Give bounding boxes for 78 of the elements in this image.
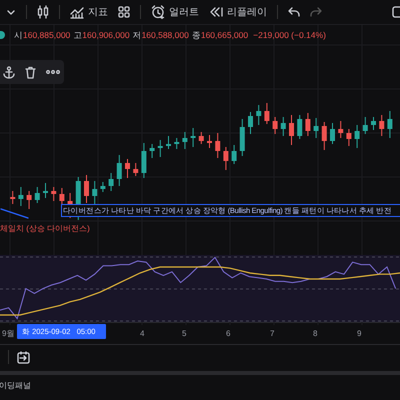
candle xyxy=(297,114,302,140)
candle xyxy=(26,190,32,210)
candle xyxy=(215,132,220,158)
candle xyxy=(141,142,146,178)
candle xyxy=(248,112,253,134)
candle xyxy=(34,186,40,204)
rewind-icon xyxy=(209,6,223,18)
candle xyxy=(346,128,352,146)
candle xyxy=(198,132,204,144)
undo-icon[interactable] xyxy=(288,7,300,17)
candle xyxy=(232,144,237,164)
window-icon[interactable] xyxy=(392,6,400,18)
grid-icon[interactable] xyxy=(118,6,130,18)
anchor-icon[interactable] xyxy=(3,66,15,78)
candle xyxy=(322,122,327,150)
candle xyxy=(108,172,114,192)
candle xyxy=(289,114,294,146)
candle xyxy=(256,104,262,126)
trading-panel-tab[interactable]: 이딩패널 xyxy=(0,380,31,392)
candle xyxy=(338,120,344,138)
candle xyxy=(150,144,155,158)
time-label: 9월 xyxy=(2,328,14,340)
time-label: 5 xyxy=(182,328,186,340)
ohlc-label: 종 xyxy=(192,29,201,42)
time-label: 4 xyxy=(140,328,144,340)
replay-button[interactable]: 리플레이 xyxy=(209,4,267,20)
candle xyxy=(387,110,392,138)
ohlc-label: 시 xyxy=(14,29,23,42)
ohlc-value: 160,588,000 xyxy=(142,29,189,42)
ohlc-value: 160,906,000 xyxy=(82,29,130,42)
candle xyxy=(166,136,171,150)
candle xyxy=(190,128,196,148)
time-label: 8 xyxy=(313,328,318,340)
candle xyxy=(133,162,138,176)
candle xyxy=(100,182,106,192)
time-label: 7 xyxy=(270,328,274,340)
chart-icon xyxy=(70,6,84,18)
candle xyxy=(182,132,188,150)
candle xyxy=(280,116,286,136)
ohlc-value: 160,665,000 xyxy=(200,29,248,42)
time-label: 6 xyxy=(226,328,230,340)
candle xyxy=(379,114,384,136)
candle xyxy=(305,112,310,136)
candle xyxy=(43,182,48,198)
alert-button[interactable]: 얼러트 xyxy=(151,4,199,20)
candle xyxy=(84,174,89,204)
candle xyxy=(272,116,278,134)
candle xyxy=(116,154,122,186)
candle xyxy=(371,116,376,130)
calendar-icon[interactable] xyxy=(17,350,30,364)
ohlc-label: 저 xyxy=(132,29,142,42)
alarm-clock-icon xyxy=(151,5,165,19)
trash-icon[interactable] xyxy=(25,66,36,78)
candle xyxy=(264,102,270,124)
candle xyxy=(51,186,56,202)
redo-icon[interactable] xyxy=(310,7,322,17)
indicators-button[interactable]: 지표 xyxy=(70,4,108,20)
candle xyxy=(240,118,245,156)
candle xyxy=(207,134,212,148)
ohlc-label: 고 xyxy=(73,29,82,42)
candle xyxy=(125,158,130,178)
candle xyxy=(10,190,16,204)
ohlc-value: 160,885,000 xyxy=(23,29,70,42)
time-label: 9 xyxy=(357,328,362,340)
annotation-label: 체일치 (상승 다이버전스) xyxy=(0,223,90,235)
price-change: −219,000 (−0.14%) xyxy=(253,29,326,42)
more-icon[interactable] xyxy=(46,70,60,74)
candle xyxy=(174,138,180,150)
candle xyxy=(92,180,98,206)
candle xyxy=(330,122,335,144)
candle xyxy=(223,146,228,170)
candle xyxy=(354,124,360,148)
candle xyxy=(362,116,368,134)
candle xyxy=(314,118,319,138)
candlestick-icon[interactable] xyxy=(37,5,49,19)
candle xyxy=(18,186,24,206)
candle xyxy=(158,140,163,158)
trend-line xyxy=(0,207,30,220)
